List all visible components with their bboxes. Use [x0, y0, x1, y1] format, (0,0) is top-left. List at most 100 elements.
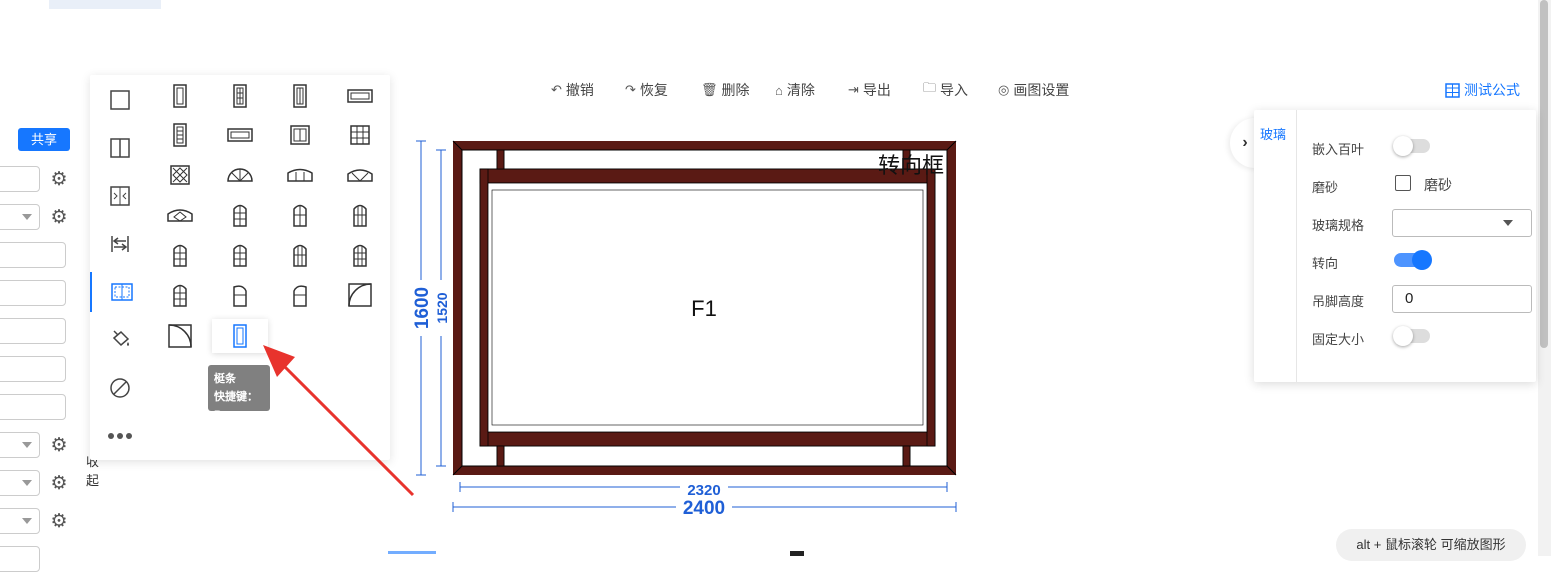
- chevron-right-icon: ›: [1242, 134, 1248, 151]
- gear-icon[interactable]: ⚙: [49, 512, 69, 532]
- trash-icon: 🗑︎: [701, 82, 718, 97]
- sash-right[interactable]: [926, 168, 936, 447]
- dimension-outer-width[interactable]: 2400: [683, 498, 725, 519]
- paint-bucket-icon[interactable]: [90, 320, 150, 360]
- settings-icon: ◎: [998, 82, 1010, 97]
- undo-button[interactable]: ↶ 撤销: [551, 80, 594, 100]
- window-drawing[interactable]: F1 转向框 2320 2400 1600 1520: [400, 130, 980, 530]
- arched-door-icon[interactable]: [220, 200, 260, 230]
- sash-left[interactable]: [479, 168, 489, 447]
- gear-icon[interactable]: ⚙: [49, 208, 69, 228]
- chevron-down-icon: [1503, 220, 1513, 226]
- more-icon[interactable]: [90, 416, 150, 456]
- fixed-size-toggle[interactable]: [1393, 326, 1430, 346]
- gear-icon[interactable]: ⚙: [49, 474, 69, 494]
- share-button[interactable]: 共享: [18, 128, 70, 151]
- left-field-5[interactable]: [0, 356, 66, 382]
- mullion-vertical-icon[interactable]: [160, 81, 200, 111]
- half-arch-right-icon[interactable]: [280, 280, 320, 310]
- frosted-checkbox-label[interactable]: 磨砂: [1424, 175, 1452, 195]
- sash-icon[interactable]: [90, 176, 150, 216]
- left-field-3[interactable]: [0, 280, 66, 306]
- two-pane-icon[interactable]: [90, 128, 150, 168]
- broom-icon: ⌂: [775, 82, 783, 98]
- fan-arch-icon[interactable]: [220, 160, 260, 190]
- dimension-outer-height[interactable]: 1600: [412, 287, 433, 329]
- arched-grid-icon[interactable]: [160, 280, 200, 310]
- mullion-horizontal-icon[interactable]: [340, 81, 380, 111]
- hang-height-input[interactable]: 0: [1392, 285, 1532, 313]
- mullion-wide-icon[interactable]: [220, 120, 260, 150]
- zoom-hint: alt + 鼠标滚轮 可缩放图形: [1336, 529, 1526, 561]
- bottom-checkbox-fragment[interactable]: [790, 551, 804, 556]
- louver-label: 嵌入百叶: [1312, 142, 1365, 157]
- scrollbar-thumb[interactable]: [1540, 0, 1548, 348]
- left-select-1[interactable]: [0, 204, 40, 230]
- left-field-6[interactable]: [0, 394, 66, 420]
- top-tab-indicator: [49, 0, 161, 9]
- grid-icon[interactable]: [340, 120, 380, 150]
- louver-toggle[interactable]: [1393, 136, 1430, 156]
- mullion-bars-icon[interactable]: [280, 81, 320, 111]
- drawing-settings-button[interactable]: ◎ 画图设置: [998, 80, 1069, 100]
- mullion-icon[interactable]: [90, 272, 152, 312]
- frosted-label: 磨砂: [1312, 180, 1339, 195]
- pane-label: F1: [691, 296, 717, 321]
- import-button[interactable]: 🗀 导入: [923, 80, 968, 100]
- collapse-text[interactable]: 起: [86, 470, 99, 489]
- arch-fan-icon[interactable]: [340, 160, 380, 190]
- bottom-tab-fragment[interactable]: [388, 548, 436, 556]
- sash-bottom[interactable]: [479, 431, 936, 447]
- diamond-lattice-icon[interactable]: [160, 160, 200, 190]
- folder-icon: 🗀: [923, 80, 937, 95]
- arched-door-icon[interactable]: [280, 200, 320, 230]
- export-button[interactable]: ⇥ 导出: [848, 80, 891, 100]
- arch-rect-icon[interactable]: [280, 160, 320, 190]
- sash-top[interactable]: [479, 168, 936, 184]
- arched-grid-icon[interactable]: [220, 240, 260, 270]
- undo-icon: ↶: [551, 82, 562, 97]
- left-field-2[interactable]: [0, 242, 66, 268]
- left-field-4[interactable]: [0, 318, 66, 344]
- frosted-checkbox[interactable]: [1395, 175, 1411, 191]
- arched-bars-icon[interactable]: [340, 200, 380, 230]
- rotate-label: 转向: [1312, 256, 1339, 271]
- mullion-lattice-icon[interactable]: [220, 81, 260, 111]
- left-select-3[interactable]: [0, 470, 40, 496]
- fixed-size-label: 固定大小: [1312, 332, 1365, 347]
- corner-label: 转向框: [878, 153, 944, 178]
- gear-icon[interactable]: ⚙: [49, 436, 69, 456]
- properties-panel: 玻璃 嵌入百叶 磨砂 磨砂 玻璃规格 转向 吊脚高度 0 固定大小: [1254, 110, 1536, 382]
- quarter-arc-icon[interactable]: [340, 280, 380, 310]
- redo-button[interactable]: ↷ 恢复: [625, 80, 668, 100]
- vertical-scrollbar[interactable]: [1538, 0, 1551, 556]
- left-select-4[interactable]: [0, 508, 40, 534]
- test-formula-button[interactable]: 测试公式: [1445, 80, 1520, 100]
- glass-spec-label: 玻璃规格: [1312, 218, 1365, 233]
- swap-icon[interactable]: [90, 224, 150, 264]
- delete-button[interactable]: 🗑︎ 删除: [701, 80, 750, 100]
- export-icon: ⇥: [848, 82, 859, 97]
- dimension-inner-width[interactable]: 2320: [687, 482, 720, 499]
- left-select-5[interactable]: [0, 546, 40, 572]
- left-select-2[interactable]: [0, 432, 40, 458]
- gear-icon[interactable]: ⚙: [49, 170, 69, 190]
- arched-bars-icon[interactable]: [280, 240, 320, 270]
- hang-height-label: 吊脚高度: [1312, 294, 1365, 309]
- panel-divider: [1296, 110, 1297, 382]
- glass-spec-select[interactable]: [1392, 209, 1532, 237]
- mullion-square-icon[interactable]: [280, 120, 320, 150]
- arched-bars-icon[interactable]: [340, 240, 380, 270]
- tab-glass[interactable]: 玻璃: [1260, 124, 1286, 143]
- rotate-toggle[interactable]: [1394, 250, 1432, 270]
- square-icon[interactable]: [90, 80, 150, 120]
- arch-lattice-icon[interactable]: [160, 200, 200, 230]
- left-field-1[interactable]: [0, 166, 40, 192]
- arched-grid-icon[interactable]: [160, 240, 200, 270]
- clear-button[interactable]: ⌂ 清除: [775, 80, 815, 100]
- quarter-arc-right-icon[interactable]: [160, 321, 200, 351]
- forbidden-icon[interactable]: [90, 368, 150, 408]
- dimension-inner-height[interactable]: 1520: [434, 292, 450, 323]
- mullion-dense-icon[interactable]: [160, 120, 200, 150]
- half-arch-left-icon[interactable]: [220, 280, 260, 310]
